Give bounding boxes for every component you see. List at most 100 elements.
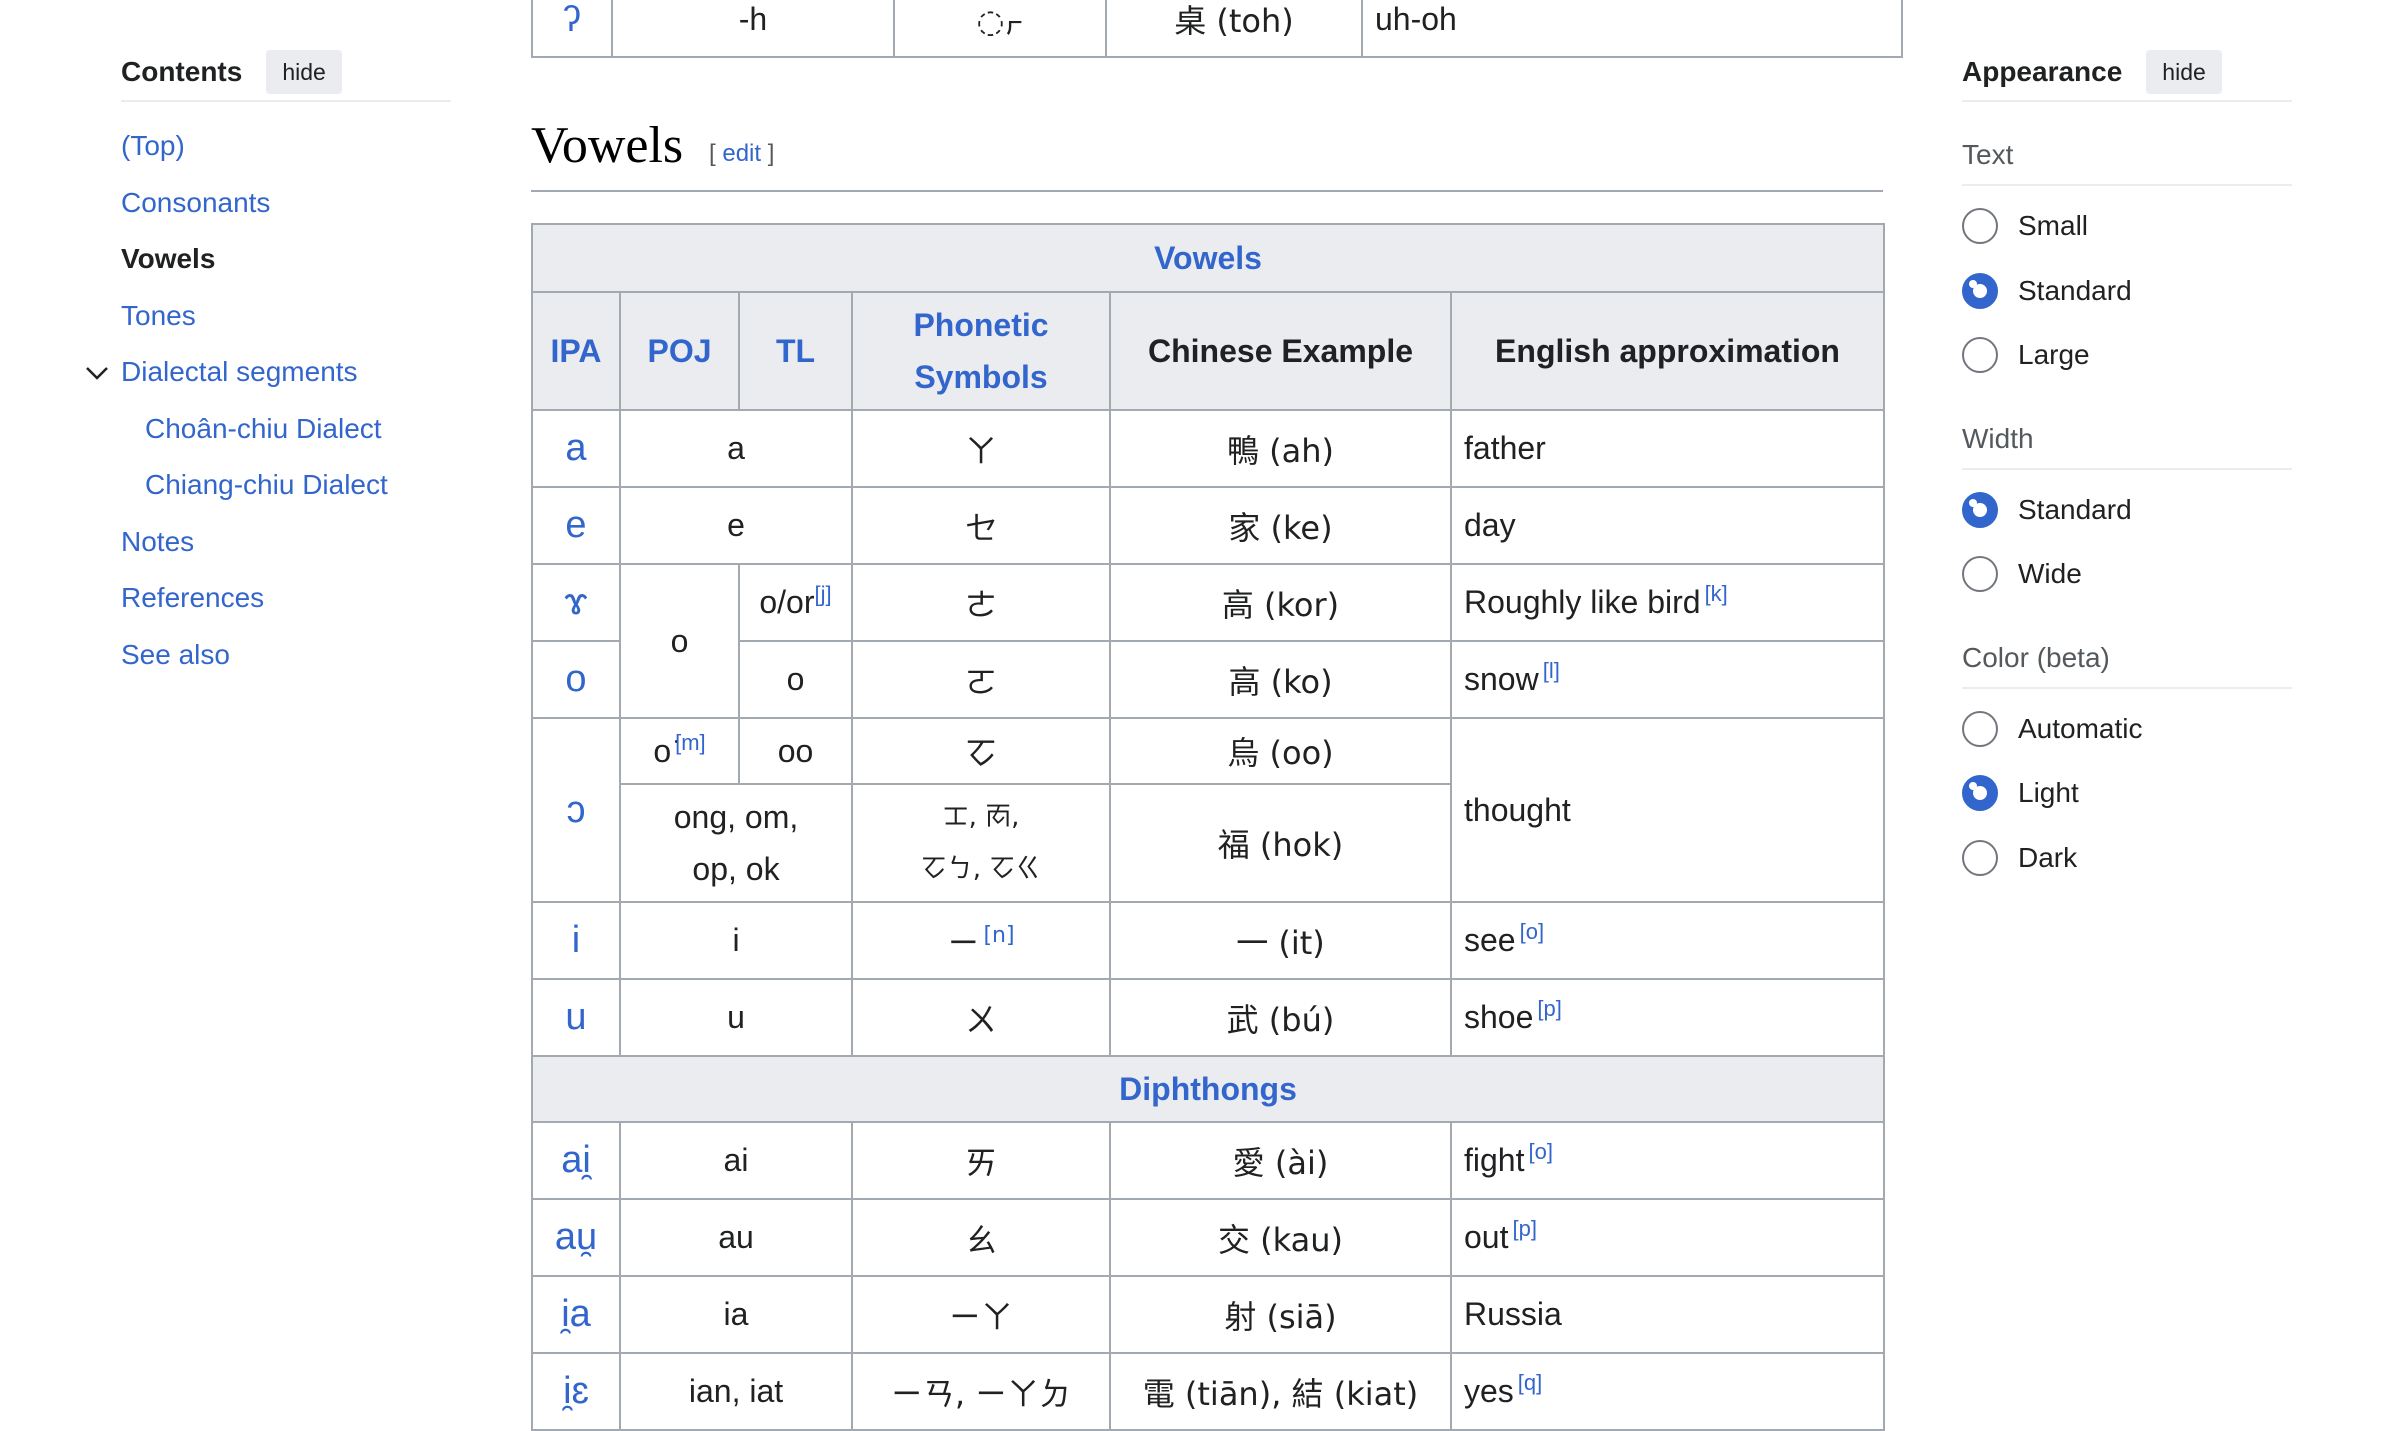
footnote-link[interactable]: [p] <box>1512 1216 1536 1241</box>
toc-item-see-also[interactable]: See also <box>121 627 451 684</box>
toc-item-vowels[interactable]: Vowels <box>121 231 451 288</box>
ipa-cell[interactable]: ɔ <box>531 717 621 903</box>
phonetic-cell: ◌ㆷ <box>893 0 1107 58</box>
table-row: i̯ɛ ian, iat ㄧㄢ, ㄧㄚㄉ 電 (tiān), 結 (kiat) … <box>531 1352 1886 1431</box>
color-automatic-option[interactable]: Automatic <box>1962 697 2292 762</box>
text-size-large-option[interactable]: Large <box>1962 323 2292 388</box>
toc-item-tones[interactable]: Tones <box>121 288 451 345</box>
header-ipa[interactable]: IPA <box>531 291 621 411</box>
footnote-link[interactable]: [j] <box>815 581 832 606</box>
appearance-hide-button[interactable]: hide <box>2146 50 2222 94</box>
option-label: Large <box>2018 339 2090 371</box>
tl-cell: oo <box>738 717 853 785</box>
table-row: Vowels <box>530 223 1886 293</box>
english-cell: shoe [p] <box>1449 978 1886 1057</box>
footnote-link[interactable]: [l] <box>1543 658 1560 683</box>
example-cell: 高 (ko) <box>1109 640 1452 719</box>
ipa-cell[interactable]: i <box>531 901 621 980</box>
text-size-small-option[interactable]: Small <box>1962 194 2292 259</box>
example-cell: 電 (tiān), 結 (kiat) <box>1109 1352 1452 1431</box>
radio-checked-icon[interactable] <box>1962 272 1998 309</box>
footnote-link[interactable]: [o] <box>1520 919 1544 944</box>
table-of-contents: Contents hide (Top) Consonants Vowels To… <box>86 44 451 684</box>
ipa-cell: i̯a <box>531 1275 621 1354</box>
header-tl[interactable]: TL <box>738 291 853 411</box>
edit-link-label[interactable]: edit <box>722 140 761 167</box>
section-heading: Vowels [ edit ] <box>531 104 1883 192</box>
poj-cell: ian, iat <box>619 1352 853 1431</box>
radio-unchecked-icon[interactable] <box>1962 208 1998 245</box>
header-poj[interactable]: POJ <box>619 291 740 411</box>
footnote-link[interactable]: [p] <box>1537 996 1561 1021</box>
english-cell: snow [l] <box>1449 640 1886 719</box>
color-label: Color (beta) <box>1962 627 2292 689</box>
radio-unchecked-icon[interactable] <box>1962 556 1998 593</box>
toc-item-top[interactable]: (Top) <box>121 118 451 175</box>
poj-cell: u <box>619 978 853 1057</box>
footnote-link[interactable]: [n] <box>983 923 1014 948</box>
table-row: ai̯ ai ㄞ 愛 (ài) fight [o] <box>531 1121 1886 1200</box>
table-row: i̯a ia ㄧㄚ 射 (siā) Russia <box>531 1275 1886 1354</box>
english-cell: uh-oh <box>1361 0 1903 58</box>
tl-value: o/or <box>759 584 815 620</box>
ipa-cell[interactable]: e <box>531 486 621 565</box>
english-cell: thought <box>1449 717 1886 903</box>
english-cell: day <box>1449 486 1886 565</box>
radio-unchecked-icon[interactable] <box>1962 337 1998 374</box>
edit-link[interactable]: [ edit ] <box>709 140 774 168</box>
table-row: u u ㄨ 武 (bú) shoe [p] <box>531 978 1886 1057</box>
vowels-caption-link[interactable]: Vowels <box>530 223 1886 293</box>
option-label: Light <box>2018 777 2079 809</box>
footnote-link[interactable]: [q] <box>1518 1370 1542 1395</box>
phonetic-cell: ㄜ <box>851 563 1111 642</box>
table-row: ʔ -h ◌ㆷ 桌 (toh) uh-oh <box>531 0 1903 58</box>
example-cell: 武 (bú) <box>1109 978 1452 1057</box>
ipa-cell[interactable]: a <box>531 409 621 488</box>
width-standard-option[interactable]: Standard <box>1962 478 2292 543</box>
example-cell: 鴨 (ah) <box>1109 409 1452 488</box>
appearance-panel: Appearance hide Text Small Standard Larg… <box>1962 44 2292 890</box>
toc-item-choan-chiu[interactable]: Choân-chiu Dialect <box>121 401 451 458</box>
toc-header: Contents hide <box>121 44 451 102</box>
header-phonetic-symbols[interactable]: Phonetic Symbols <box>851 291 1111 411</box>
table-row: a a ㄚ 鴨 (ah) father <box>531 409 1886 488</box>
english-cell: father <box>1449 409 1886 488</box>
appearance-header: Appearance hide <box>1962 44 2292 102</box>
header-english-approximation: English approximation <box>1449 291 1886 411</box>
diphthongs-caption-link[interactable]: Diphthongs <box>530 1055 1886 1123</box>
footnote-link[interactable]: [k] <box>1705 581 1728 606</box>
ipa-cell[interactable]: ɤ <box>531 563 621 642</box>
color-dark-option[interactable]: Dark <box>1962 826 2292 891</box>
toc-item-notes[interactable]: Notes <box>121 514 451 571</box>
option-label: Small <box>2018 210 2089 242</box>
chevron-down-icon[interactable] <box>83 359 111 387</box>
poj-cell: ia <box>619 1275 853 1354</box>
toc-item-references[interactable]: References <box>121 570 451 627</box>
ipa-cell[interactable]: u <box>531 978 621 1057</box>
option-label: Standard <box>2018 274 2132 306</box>
toc-hide-button[interactable]: hide <box>266 50 342 94</box>
option-label: Automatic <box>2018 712 2143 744</box>
radio-unchecked-icon[interactable] <box>1962 839 1998 876</box>
color-light-option[interactable]: Light <box>1962 761 2292 826</box>
table-row: e e ㆤ 家 (ke) day <box>531 486 1886 565</box>
english-text: see <box>1464 922 1516 958</box>
radio-checked-icon[interactable] <box>1962 775 1998 812</box>
toc-item-chiang-chiu[interactable]: Chiang-chiu Dialect <box>121 457 451 514</box>
footnote-link[interactable]: [o] <box>1528 1139 1552 1164</box>
ipa-cell: ai̯ <box>531 1121 621 1200</box>
toc-item-dialectal-segments[interactable]: Dialectal segments <box>86 344 451 401</box>
phonetic-cell: ㄧㄢ, ㄧㄚㄉ <box>851 1352 1111 1431</box>
radio-checked-icon[interactable] <box>1962 491 1998 528</box>
text-size-standard-option[interactable]: Standard <box>1962 259 2292 324</box>
ipa-cell[interactable]: ʔ <box>531 0 613 58</box>
table-row: au̯ au ㄠ 交 (kau) out [p] <box>531 1198 1886 1277</box>
width-wide-option[interactable]: Wide <box>1962 542 2292 607</box>
footnote-link[interactable]: [m] <box>675 730 706 755</box>
table-row: Diphthongs <box>530 1055 1886 1123</box>
toc-item-consonants[interactable]: Consonants <box>121 175 451 232</box>
radio-unchecked-icon[interactable] <box>1962 710 1998 747</box>
ipa-cell[interactable]: o <box>531 640 621 719</box>
english-cell: Russia <box>1449 1275 1886 1354</box>
section-title: Vowels <box>531 117 684 174</box>
